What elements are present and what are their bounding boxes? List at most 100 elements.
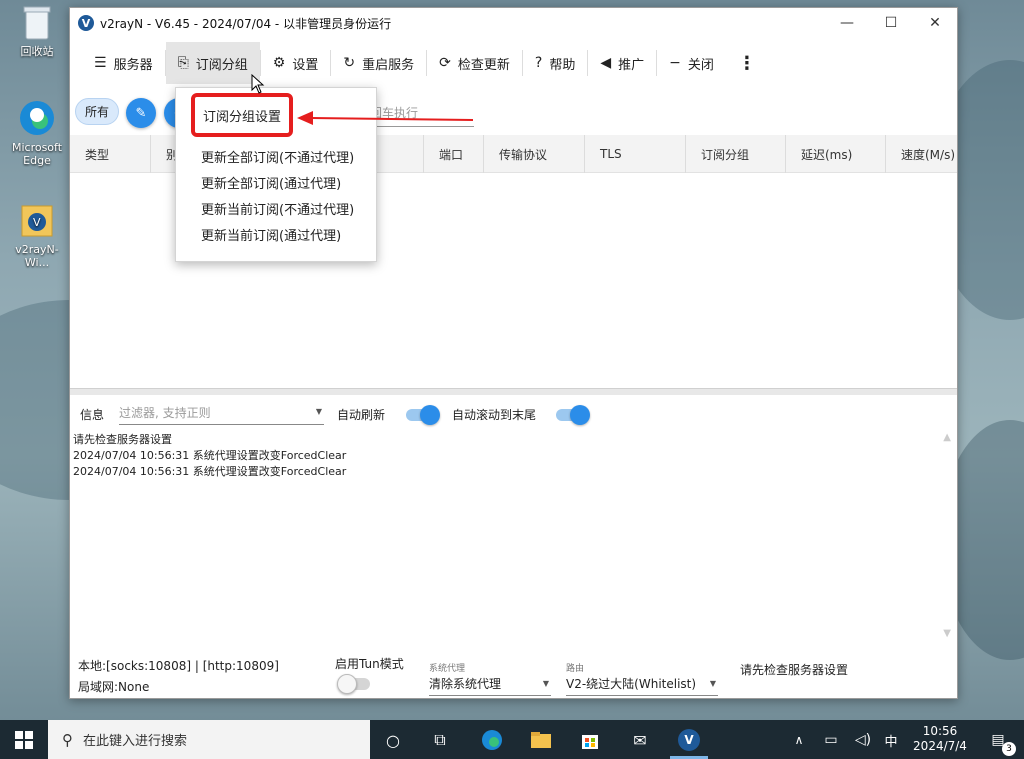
toolbar-promote-label: 推广	[618, 57, 645, 73]
log-filter-placeholder: 过滤器, 支持正则	[119, 406, 211, 420]
tun-mode-label: 启用Tun模式	[335, 657, 404, 671]
group-chip-all[interactable]: 所有	[75, 98, 119, 125]
column-header-type[interactable]: 类型	[70, 135, 151, 173]
toolbar-close[interactable]: − 关闭	[657, 42, 726, 84]
toolbar-subscription-label: 订阅分组	[195, 57, 248, 73]
toolbar-help[interactable]: ? 帮助	[523, 42, 587, 84]
system-proxy-value: 清除系统代理	[429, 677, 502, 691]
v2rayn-folder-icon: V	[17, 200, 57, 240]
minimize-button[interactable]: —	[825, 8, 869, 38]
toolbar-promote[interactable]: ◀ 推广	[588, 42, 656, 84]
toolbar-subscription[interactable]: ⎘ 订阅分组	[165, 42, 260, 84]
taskbar-search-placeholder: 在此键入进行搜索	[83, 734, 188, 749]
tun-mode-toggle[interactable]	[337, 674, 370, 694]
log-toolbar: 信息 过滤器, 支持正则 ▼ 自动刷新 自动滚动到末尾	[70, 398, 957, 428]
lan-text: 局域网:None	[78, 680, 150, 694]
chevron-down-icon: ▼	[709, 679, 716, 688]
log-filter-input[interactable]: 过滤器, 支持正则 ▼	[119, 404, 324, 425]
auto-scroll-toggle[interactable]	[556, 405, 590, 425]
clock-time: 10:56	[922, 724, 958, 738]
log-output: 请先检查服务器设置 2024/07/04 10:56:31 系统代理设置改变Fo…	[73, 432, 346, 480]
menu-item-update-current-via-proxy[interactable]: 更新当前订阅(通过代理)	[201, 225, 341, 244]
toolbar-restart-label: 重启服务	[362, 57, 415, 73]
close-window-button[interactable]: ✕	[913, 8, 957, 38]
toolbar-servers-label: 服务器	[113, 57, 153, 73]
taskbar: ⚲ 在此键入进行搜索 ○ ⧉ ✉ V ∧ ▭ ◁) 中 10:56 2024/7…	[0, 720, 1024, 759]
column-header-port[interactable]: 端口	[424, 135, 484, 173]
column-header-tls[interactable]: TLS	[585, 135, 686, 173]
log-line: 请先检查服务器设置	[73, 433, 172, 446]
restart-icon: ↻	[343, 55, 356, 71]
toolbar-settings[interactable]: ⚙ 设置	[261, 42, 331, 84]
system-proxy-select[interactable]: 清除系统代理 ▼	[429, 675, 551, 696]
toggle-knob	[337, 674, 357, 694]
desktop-icon-v2rayn[interactable]: V v2rayN-Wi...	[4, 200, 70, 269]
cortana-icon[interactable]: ○	[381, 728, 405, 752]
annotation-arrow	[297, 111, 474, 125]
log-label: 信息	[80, 408, 105, 422]
sysproxy-caption: 系统代理	[429, 664, 466, 674]
pane-splitter[interactable]	[70, 388, 957, 395]
maximize-button[interactable]: ☐	[869, 8, 913, 38]
pencil-icon: ✎	[135, 105, 147, 121]
desktop-icon-edge[interactable]: Microsoft Edge	[4, 98, 70, 167]
title-bar: V v2rayN - V6.45 - 2024/07/04 - 以非管理员身份运…	[70, 8, 957, 38]
chevron-down-icon: ▼	[542, 679, 549, 688]
menu-item-update-all-no-proxy[interactable]: 更新全部订阅(不通过代理)	[201, 147, 354, 166]
column-header-speed[interactable]: 速度(M/s)	[886, 135, 959, 173]
auto-refresh-label: 自动刷新	[337, 408, 386, 422]
routing-caption: 路由	[566, 664, 585, 674]
log-scroll-up-icon[interactable]: ▲	[943, 432, 951, 443]
column-header-transport[interactable]: 传输协议	[484, 135, 585, 173]
speaker-icon: ◀	[600, 55, 612, 71]
help-icon: ?	[534, 55, 543, 71]
routing-select[interactable]: V2-绕过大陆(Whitelist) ▼	[566, 675, 718, 696]
toolbar-restart-service[interactable]: ↻ 重启服务	[331, 42, 426, 84]
toolbar-settings-label: 设置	[292, 57, 319, 73]
file-explorer-icon[interactable]	[529, 728, 553, 752]
menu-item-update-current-no-proxy[interactable]: 更新当前订阅(不通过代理)	[201, 199, 354, 218]
menu-item-subscription-settings[interactable]: 订阅分组设置	[191, 93, 293, 137]
toggle-knob	[420, 405, 440, 425]
chevron-up-icon[interactable]: ∧	[787, 728, 811, 752]
desktop-icon-label: Microsoft Edge	[11, 141, 63, 167]
update-icon: ⟳	[439, 55, 451, 71]
subscription-icon: ⎘	[177, 55, 189, 71]
status-bar: 本地:[socks:10808] | [http:10809] 局域网:None…	[70, 648, 957, 700]
taskbar-search-box[interactable]: ⚲ 在此键入进行搜索	[48, 720, 370, 759]
more-options-button[interactable]: ⋮	[726, 42, 768, 84]
recycle-bin-icon	[17, 2, 57, 42]
desktop-icon-label: v2rayN-Wi...	[15, 243, 59, 269]
toolbar-update-label: 检查更新	[457, 57, 510, 73]
main-toolbar: ☰ 服务器 ⎘ 订阅分组 ⚙ 设置 ↻ 重启服务 ⟳ 检查更新 ? 帮助 ◀ 推…	[70, 38, 957, 88]
windows-start-icon[interactable]	[12, 728, 36, 752]
toolbar-close-label: 关闭	[687, 57, 714, 73]
toolbar-check-update[interactable]: ⟳ 检查更新	[427, 42, 522, 84]
v2rayn-taskbar-icon[interactable]: V	[677, 728, 701, 752]
status-message: 请先检查服务器设置	[740, 663, 849, 677]
desktop-icon-recycle-bin[interactable]: 回收站	[4, 2, 70, 58]
clock-date: 2024/7/4	[913, 739, 967, 753]
gear-icon: ⚙	[272, 55, 286, 71]
column-header-subscription[interactable]: 订阅分组	[686, 135, 786, 173]
toolbar-servers[interactable]: ☰ 服务器	[82, 42, 165, 84]
mouse-cursor-icon	[251, 74, 265, 94]
volume-icon[interactable]: ◁)	[851, 728, 875, 752]
notification-count-badge: 3	[1002, 742, 1016, 756]
column-header-latency[interactable]: 延迟(ms)	[786, 135, 886, 173]
taskbar-clock[interactable]: 10:56 2024/7/4	[910, 724, 970, 754]
minus-icon: −	[669, 55, 681, 71]
network-icon[interactable]: ▭	[819, 728, 843, 752]
log-scroll-down-icon[interactable]: ▼	[943, 628, 951, 639]
ime-indicator[interactable]: 中	[879, 728, 903, 752]
store-icon[interactable]	[578, 728, 602, 752]
auto-refresh-toggle[interactable]	[406, 405, 440, 425]
mail-icon[interactable]: ✉	[628, 728, 652, 752]
chevron-down-icon: ▼	[315, 407, 322, 416]
window-title: v2rayN - V6.45 - 2024/07/04 - 以非管理员身份运行	[100, 16, 392, 31]
task-view-icon[interactable]: ⧉	[428, 728, 452, 752]
menu-item-update-all-via-proxy[interactable]: 更新全部订阅(通过代理)	[201, 173, 341, 192]
v2rayn-logo-icon: V	[78, 15, 94, 31]
edge-taskbar-icon[interactable]	[480, 728, 504, 752]
edit-group-button[interactable]: ✎	[126, 98, 156, 128]
